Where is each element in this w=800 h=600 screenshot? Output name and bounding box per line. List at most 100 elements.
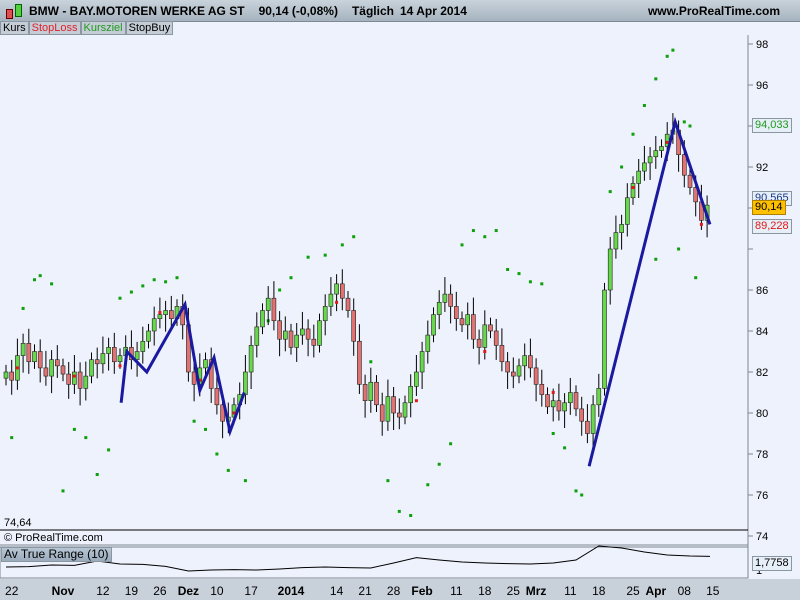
- kursziel-dot: [449, 442, 453, 446]
- candle-body: [243, 371, 248, 395]
- candle-body: [476, 338, 482, 348]
- kursziel-dot: [563, 446, 567, 450]
- candle-body: [442, 293, 448, 303]
- x-tick-label: Mrz: [526, 584, 547, 598]
- title-bar: BMW - BAY.MOTOREN WERKE AG ST 90,14 (-0,…: [0, 0, 800, 22]
- kursziel-dot: [352, 235, 356, 239]
- kursziel-dot: [95, 473, 99, 476]
- candle-body: [317, 320, 322, 346]
- kursziel-dot: [386, 479, 390, 483]
- candle-body: [3, 371, 9, 379]
- y-tick-label: 84: [756, 326, 768, 338]
- low-marker-label: 74,64: [4, 517, 32, 529]
- kursziel-dot: [84, 436, 88, 440]
- kursziel-dot: [540, 282, 544, 286]
- kursziel-dot: [38, 274, 42, 278]
- x-tick-label: Feb: [411, 584, 432, 598]
- last-price-box: 90,14: [752, 200, 786, 215]
- candle-body: [379, 404, 385, 422]
- candle-body: [585, 420, 590, 434]
- candle-body: [630, 183, 636, 199]
- candle-body: [505, 361, 510, 373]
- tab-stopbuy[interactable]: StopBuy: [125, 21, 174, 35]
- candle-body: [465, 314, 471, 326]
- candle-body: [414, 371, 419, 387]
- x-tick-label: 11: [450, 584, 463, 598]
- candle-body: [163, 310, 168, 315]
- candle-body: [681, 154, 687, 176]
- candle-body: [590, 404, 596, 434]
- y-tick-label: 80: [756, 408, 768, 420]
- kursziel-dot: [118, 296, 122, 300]
- candle-body: [157, 314, 163, 320]
- candle-body: [556, 400, 562, 412]
- candle-body: [550, 400, 556, 408]
- candle-body: [146, 330, 151, 342]
- plot-area[interactable]: [0, 35, 748, 545]
- kursziel-dot: [33, 278, 36, 282]
- candle-body: [248, 345, 254, 373]
- candle-body: [328, 293, 334, 307]
- kursziel-dot: [437, 462, 441, 466]
- kursziel-dot: [642, 104, 646, 107]
- candle-body: [140, 340, 146, 352]
- candle-body: [425, 334, 431, 352]
- last-price: 90,14 (-0,08%): [258, 3, 338, 18]
- candle-body: [493, 330, 499, 346]
- kursziel-dot: [306, 255, 310, 259]
- site-link[interactable]: www.ProRealTime.com: [648, 4, 780, 18]
- candle-body: [117, 355, 123, 363]
- candle-body: [322, 306, 328, 322]
- kursziel-dot: [164, 280, 168, 284]
- candle-body: [26, 342, 32, 363]
- kursziel-dot: [517, 272, 521, 276]
- chart-date: 14 Apr 2014: [399, 3, 467, 18]
- candle-body: [37, 351, 43, 369]
- kursziel-dot: [483, 235, 487, 239]
- candle-body: [345, 297, 351, 311]
- instrument-name: BMW - BAY.MOTOREN WERKE AG ST: [29, 3, 245, 18]
- x-tick-label: 14: [330, 584, 344, 598]
- tab-stoploss[interactable]: StopLoss: [28, 21, 81, 35]
- candle-body: [282, 330, 288, 340]
- candle-body: [112, 347, 117, 363]
- candle-body: [636, 170, 642, 184]
- kursziel-dot: [21, 306, 25, 310]
- candle-body: [436, 301, 442, 315]
- x-tick-label: 15: [706, 584, 720, 598]
- y-tick-label: 86: [756, 285, 768, 297]
- candle-body: [54, 359, 60, 367]
- kursziel-price-box: 94,033: [752, 118, 792, 133]
- atr-indicator-label[interactable]: Av True Range (10): [1, 547, 112, 562]
- kursziel-dot: [654, 257, 658, 261]
- candle-body: [510, 371, 516, 377]
- x-tick-label: 2014: [278, 584, 305, 598]
- x-tick-label: 25: [507, 584, 521, 598]
- candle-body: [43, 367, 49, 377]
- kursziel-dot: [397, 509, 401, 513]
- tab-kursziel[interactable]: Kursziel: [80, 21, 126, 35]
- candle-body: [385, 396, 391, 422]
- candle-body: [687, 174, 693, 188]
- candle-body: [49, 359, 54, 377]
- candle-body: [77, 371, 83, 389]
- stoploss-dot: [72, 374, 76, 378]
- kursziel-dot: [369, 360, 373, 364]
- candle-body: [300, 328, 305, 336]
- y-tick-label: 82: [756, 367, 768, 379]
- price-chart[interactable]: 74 76 78 80 82 84 86 92 96 98 22 Nov 12 19 26 Dez 10 17 20…: [0, 0, 800, 600]
- kursziel-dot: [215, 452, 219, 456]
- candle-body: [596, 388, 602, 406]
- tab-kurs[interactable]: Kurs: [0, 21, 29, 35]
- kursziel-dot: [631, 132, 635, 136]
- y-tick-label: 98: [756, 39, 768, 51]
- candle-body: [214, 388, 220, 406]
- candle-body: [32, 351, 37, 363]
- candle-body: [311, 338, 317, 346]
- candle-body: [482, 324, 488, 348]
- kursziel-dot: [129, 290, 133, 294]
- candle-body: [499, 345, 505, 363]
- kursziel-dot: [506, 268, 510, 271]
- stoploss-dot: [118, 364, 122, 368]
- y-tick-label: 96: [756, 80, 768, 92]
